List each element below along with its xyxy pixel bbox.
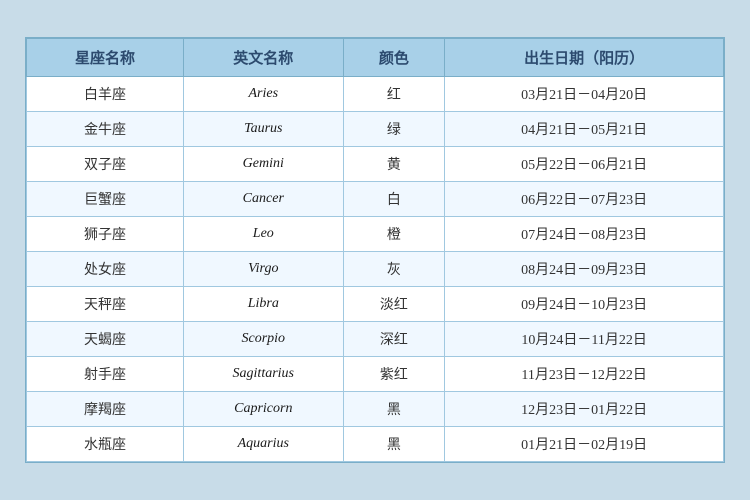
table-row: 天秤座Libra淡红09月24日－10月23日 — [27, 287, 724, 322]
cell-color: 黑 — [343, 427, 445, 462]
cell-chinese-name: 双子座 — [27, 147, 184, 182]
cell-english-name: Virgo — [183, 252, 343, 287]
cell-chinese-name: 射手座 — [27, 357, 184, 392]
cell-chinese-name: 巨蟹座 — [27, 182, 184, 217]
cell-english-name: Aquarius — [183, 427, 343, 462]
table-row: 天蝎座Scorpio深红10月24日－11月22日 — [27, 322, 724, 357]
cell-dates: 03月21日－04月20日 — [445, 77, 724, 112]
cell-color: 黄 — [343, 147, 445, 182]
cell-english-name: Aries — [183, 77, 343, 112]
cell-chinese-name: 天蝎座 — [27, 322, 184, 357]
cell-color: 黑 — [343, 392, 445, 427]
cell-color: 深红 — [343, 322, 445, 357]
cell-chinese-name: 白羊座 — [27, 77, 184, 112]
cell-english-name: Scorpio — [183, 322, 343, 357]
cell-color: 橙 — [343, 217, 445, 252]
table-header-row: 星座名称 英文名称 颜色 出生日期（阳历） — [27, 39, 724, 77]
table-row: 白羊座Aries红03月21日－04月20日 — [27, 77, 724, 112]
table-row: 射手座Sagittarius紫红11月23日－12月22日 — [27, 357, 724, 392]
cell-dates: 06月22日－07月23日 — [445, 182, 724, 217]
cell-dates: 07月24日－08月23日 — [445, 217, 724, 252]
cell-english-name: Libra — [183, 287, 343, 322]
table-row: 处女座Virgo灰08月24日－09月23日 — [27, 252, 724, 287]
cell-dates: 04月21日－05月21日 — [445, 112, 724, 147]
zodiac-table-container: 星座名称 英文名称 颜色 出生日期（阳历） 白羊座Aries红03月21日－04… — [25, 37, 725, 463]
table-row: 摩羯座Capricorn黑12月23日－01月22日 — [27, 392, 724, 427]
cell-english-name: Taurus — [183, 112, 343, 147]
cell-english-name: Sagittarius — [183, 357, 343, 392]
cell-english-name: Capricorn — [183, 392, 343, 427]
table-row: 巨蟹座Cancer白06月22日－07月23日 — [27, 182, 724, 217]
cell-dates: 01月21日－02月19日 — [445, 427, 724, 462]
cell-english-name: Cancer — [183, 182, 343, 217]
table-body: 白羊座Aries红03月21日－04月20日金牛座Taurus绿04月21日－0… — [27, 77, 724, 462]
cell-dates: 09月24日－10月23日 — [445, 287, 724, 322]
cell-chinese-name: 摩羯座 — [27, 392, 184, 427]
cell-color: 红 — [343, 77, 445, 112]
cell-chinese-name: 狮子座 — [27, 217, 184, 252]
zodiac-table: 星座名称 英文名称 颜色 出生日期（阳历） 白羊座Aries红03月21日－04… — [26, 38, 724, 462]
cell-dates: 12月23日－01月22日 — [445, 392, 724, 427]
cell-chinese-name: 天秤座 — [27, 287, 184, 322]
table-row: 金牛座Taurus绿04月21日－05月21日 — [27, 112, 724, 147]
table-row: 水瓶座Aquarius黑01月21日－02月19日 — [27, 427, 724, 462]
cell-color: 灰 — [343, 252, 445, 287]
cell-english-name: Leo — [183, 217, 343, 252]
header-english-name: 英文名称 — [183, 39, 343, 77]
cell-color: 绿 — [343, 112, 445, 147]
cell-dates: 05月22日－06月21日 — [445, 147, 724, 182]
cell-color: 紫红 — [343, 357, 445, 392]
cell-dates: 11月23日－12月22日 — [445, 357, 724, 392]
cell-color: 白 — [343, 182, 445, 217]
cell-dates: 08月24日－09月23日 — [445, 252, 724, 287]
header-color: 颜色 — [343, 39, 445, 77]
cell-color: 淡红 — [343, 287, 445, 322]
header-birth-date: 出生日期（阳历） — [445, 39, 724, 77]
table-row: 狮子座Leo橙07月24日－08月23日 — [27, 217, 724, 252]
table-row: 双子座Gemini黄05月22日－06月21日 — [27, 147, 724, 182]
cell-english-name: Gemini — [183, 147, 343, 182]
cell-chinese-name: 水瓶座 — [27, 427, 184, 462]
cell-chinese-name: 金牛座 — [27, 112, 184, 147]
cell-dates: 10月24日－11月22日 — [445, 322, 724, 357]
cell-chinese-name: 处女座 — [27, 252, 184, 287]
header-chinese-name: 星座名称 — [27, 39, 184, 77]
